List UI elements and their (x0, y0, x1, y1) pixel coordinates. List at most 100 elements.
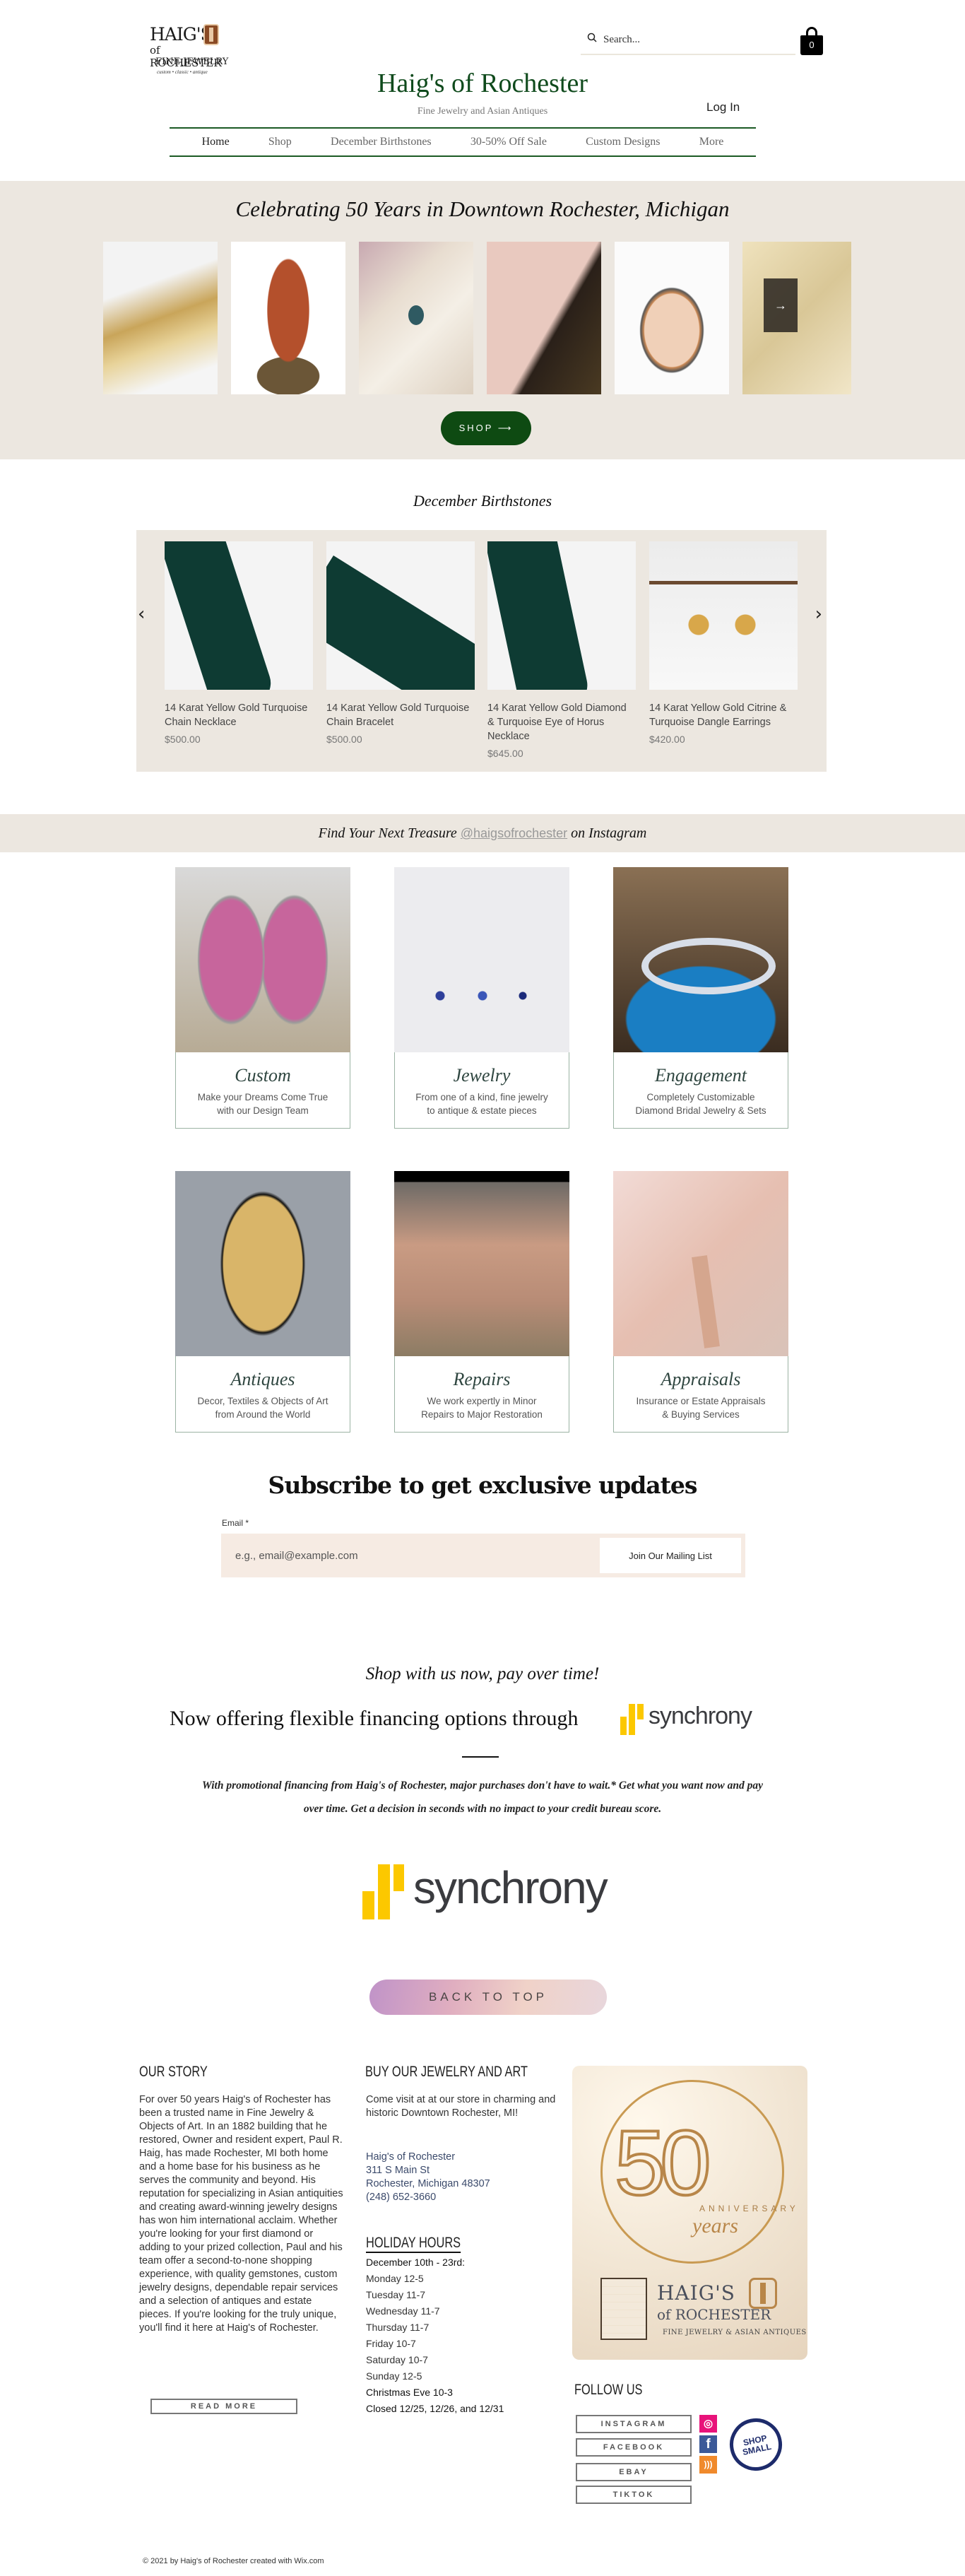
instagram-handle-link[interactable]: @haigsofrochester (461, 826, 567, 840)
category-card-custom[interactable]: Custom Make your Dreams Come True with our… (175, 867, 350, 1129)
gallery-image-rings[interactable] (103, 242, 218, 394)
logo-text-haigs: HAIG'S (150, 24, 213, 45)
hours-day: Saturday 10-7 (366, 2354, 428, 2365)
nav-item-sale[interactable]: 30-50% Off Sale (470, 136, 547, 148)
category-card-repairs[interactable]: Repairs We work expertly in Minor Repairs … (394, 1171, 569, 1433)
facebook-button[interactable]: FACEBOOK (576, 2438, 692, 2457)
synchrony-bar-icon (620, 1717, 627, 1735)
product-card[interactable]: 14 Karat Yellow Gold Diamond & Turquoise… (487, 541, 636, 759)
chevron-right-icon[interactable]: › (815, 604, 822, 625)
category-image[interactable] (613, 867, 788, 1052)
nav-item-shop[interactable]: Shop (268, 136, 292, 148)
anniversary-word: ANNIVERSARY (699, 2204, 799, 2213)
join-mailing-list-button[interactable]: Join Our Mailing List (600, 1538, 741, 1573)
site-title: Haig's of Rochester (377, 69, 588, 98)
storefront-building-icon (600, 2278, 647, 2340)
product-name[interactable]: 14 Karat Yellow Gold Citrine & Turquoise… (649, 701, 798, 729)
product-image[interactable] (487, 541, 636, 690)
search-bar[interactable] (581, 25, 795, 55)
divider (462, 1756, 499, 1758)
address-name: Haig's of Rochester (366, 2151, 456, 2163)
copyright: © 2021 by Haig's of Rochester created wi… (143, 2557, 324, 2565)
product-image[interactable] (326, 541, 475, 690)
hours-day: Tuesday 11-7 (366, 2289, 426, 2300)
gallery-image-hand-rings[interactable] (487, 242, 601, 394)
category-image[interactable] (613, 1171, 788, 1356)
nav-item-custom-designs[interactable]: Custom Designs (586, 136, 660, 148)
product-card[interactable]: 14 Karat Yellow Gold Turquoise Chain Nec… (165, 541, 313, 745)
email-label: Email * (222, 1518, 249, 1528)
hero-title: Celebrating 50 Years in Downtown Rochest… (235, 196, 730, 221)
gallery-next-arrow-icon[interactable]: → (764, 278, 798, 332)
haigs-h-badge-icon (749, 2278, 777, 2309)
category-title: Appraisals (661, 1369, 741, 1389)
cart-count: 0 (800, 35, 823, 55)
nav-item-more[interactable]: More (699, 136, 724, 148)
login-link[interactable]: Log In (706, 100, 740, 114)
gallery-image-sapphire-ring[interactable] (359, 242, 473, 394)
synchrony-logo-small: synchrony (615, 1702, 777, 1736)
shop-button[interactable]: SHOP ⟶ (441, 411, 531, 445)
address-city: Rochester, Michigan 48307 (366, 2178, 490, 2189)
category-title: Engagement (655, 1065, 747, 1086)
instagram-button[interactable]: INSTAGRAM (576, 2415, 692, 2433)
synchrony-wordmark: synchrony (413, 1862, 608, 1913)
instagram-prefix: Find Your Next Treasure (318, 825, 461, 841)
product-image[interactable] (165, 541, 313, 690)
nav-item-home[interactable]: Home (202, 136, 230, 148)
anniversary-brand-tag: FINE JEWELRY & ASIAN ANTIQUES (663, 2329, 807, 2336)
chevron-left-icon[interactable]: ‹ (138, 604, 145, 625)
category-image[interactable] (394, 1171, 569, 1356)
hours-day: Thursday 11-7 (366, 2322, 430, 2333)
read-more-button[interactable]: READ MORE (150, 2399, 297, 2414)
synchrony-logo-large[interactable]: synchrony (362, 1862, 617, 1921)
back-to-top-button[interactable]: BACK TO TOP (369, 1980, 607, 2015)
category-title: Custom (235, 1065, 291, 1086)
cart-button[interactable]: 0 (800, 27, 823, 57)
main-nav: Home Shop December Birthstones 30-50% Of… (170, 127, 756, 157)
product-name[interactable]: 14 Karat Yellow Gold Diamond & Turquoise… (487, 701, 636, 743)
buy-text: Come visit at at our store in charming a… (366, 2094, 556, 2119)
category-image[interactable] (175, 1171, 350, 1356)
synchrony-bar-icon (393, 1864, 404, 1891)
email-input[interactable] (235, 1541, 588, 1570)
logo-badge-icon (203, 24, 219, 45)
synchrony-bar-icon (629, 1704, 635, 1735)
category-image[interactable] (175, 867, 350, 1052)
anniversary-years: years (692, 2214, 738, 2237)
facebook-icon[interactable]: f (699, 2435, 717, 2453)
category-card-antiques[interactable]: Antiques Decor, Textiles & Objects of Art… (175, 1171, 350, 1433)
product-card[interactable]: 14 Karat Yellow Gold Citrine & Turquoise… (649, 541, 798, 745)
category-card-appraisals[interactable]: Appraisals Insurance or Estate Appraisals… (613, 1171, 788, 1433)
phone-link[interactable]: (248) 652-3660 (366, 2192, 436, 2203)
buy-heading: BUY OUR JEWELRY AND ART (365, 2064, 528, 2080)
birthstones-carousel: ‹ › 14 Karat Yellow Gold Turquoise Chain… (136, 530, 827, 772)
financing-tagline: Shop with us now, pay over time! (365, 1664, 600, 1683)
category-card-jewelry[interactable]: Jewelry From one of a kind, fine jewelry t… (394, 867, 569, 1129)
category-image[interactable] (394, 867, 569, 1052)
category-description: Decor, Textiles & Objects of Art from Aro… (197, 1396, 328, 1420)
synchrony-bar-icon (637, 1704, 644, 1719)
tiktok-button[interactable]: TIKTOK (576, 2486, 692, 2504)
product-name[interactable]: 14 Karat Yellow Gold Turquoise Chain Bra… (326, 701, 475, 729)
category-title: Antiques (230, 1369, 295, 1389)
nav-item-december-birthstones[interactable]: December Birthstones (331, 136, 432, 148)
gallery-image-cameo-brooch[interactable] (615, 242, 729, 394)
product-card[interactable]: 14 Karat Yellow Gold Turquoise Chain Bra… (326, 541, 475, 745)
hours-christmas-eve: Christmas Eve 10-3 (366, 2387, 453, 2398)
subscribe-title: Subscribe to get exclusive updates (268, 1471, 697, 1499)
anniversary-number: 50 (613, 2110, 713, 2216)
gallery-image-figurine[interactable] (231, 242, 345, 394)
product-image[interactable] (649, 541, 798, 690)
search-input[interactable] (603, 30, 787, 49)
gallery-image-earrings[interactable]: → (742, 242, 851, 394)
instagram-suffix: on Instagram (567, 825, 647, 841)
instagram-icon[interactable]: ◎ (699, 2415, 717, 2433)
product-name[interactable]: 14 Karat Yellow Gold Turquoise Chain Nec… (165, 701, 313, 729)
category-card-engagement[interactable]: Engagement Completely Customizable Diamond… (613, 867, 788, 1129)
ebay-button[interactable]: EBAY (576, 2463, 692, 2481)
category-title: Jewelry (453, 1065, 511, 1086)
hours-day: Friday 10-7 (366, 2338, 416, 2349)
birthstones-title: December Birthstones (413, 492, 552, 510)
rss-icon[interactable]: ))) (699, 2456, 717, 2474)
